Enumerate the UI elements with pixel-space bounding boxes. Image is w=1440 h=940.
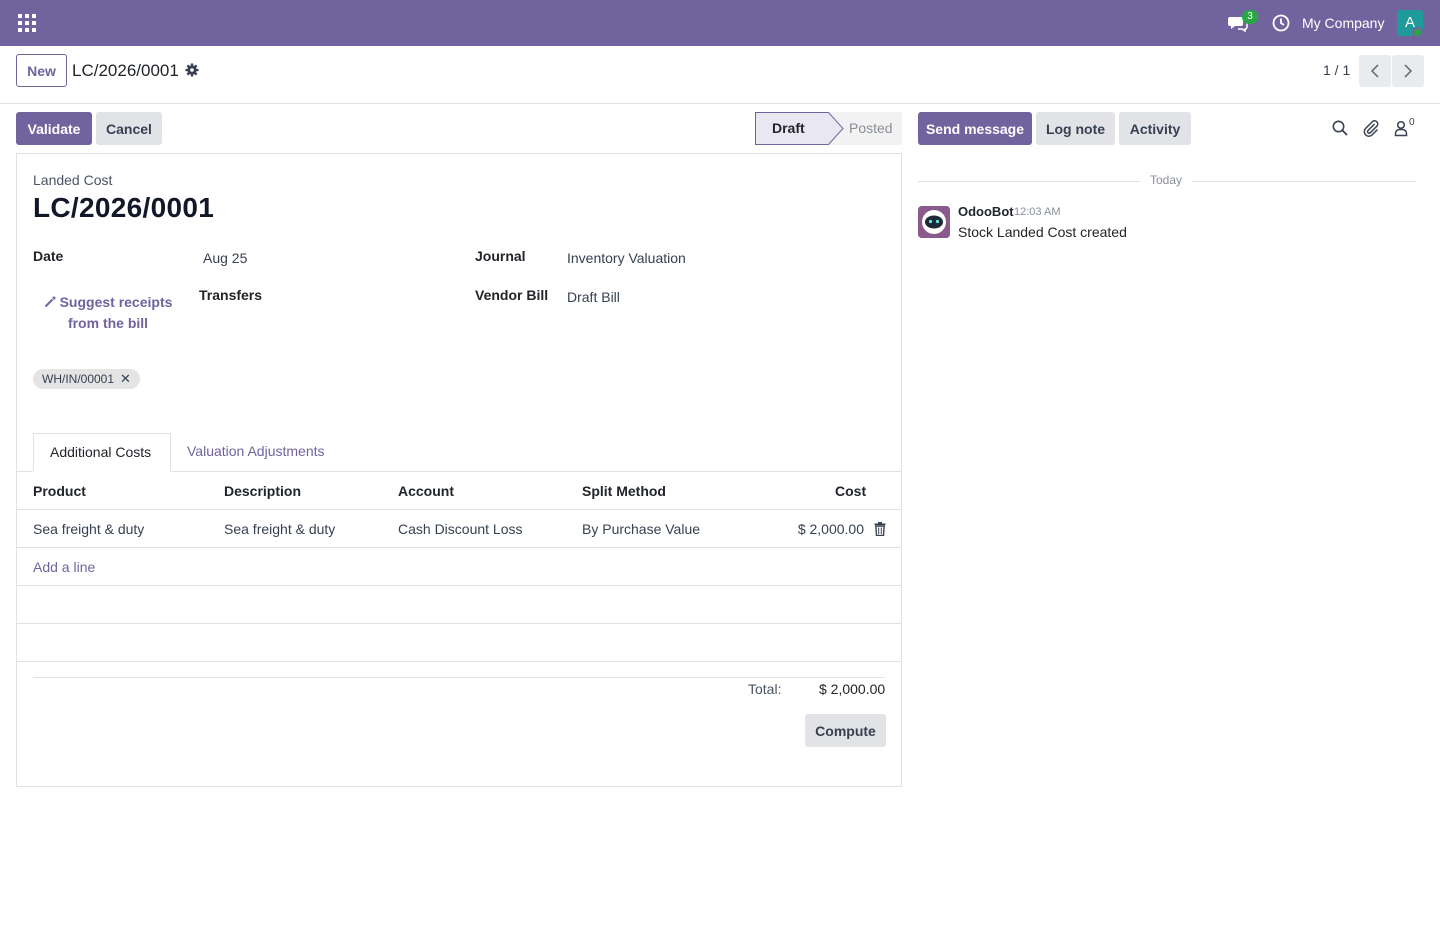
search-icon[interactable] [1331,119,1349,137]
column-header-product[interactable]: Product [33,472,86,510]
cell-account[interactable]: Cash Discount Loss [398,510,523,548]
column-header-cost[interactable]: Cost [835,472,866,510]
date-label: Date [33,248,64,264]
vendor-bill-label: Vendor Bill [475,287,549,303]
transfers-label: Transfers [199,287,263,303]
notebook-tabs: Additional Costs Valuation Adjustments [17,433,901,472]
compute-button[interactable]: Compute [805,714,886,747]
app-grid-icon[interactable] [18,14,36,32]
cell-cost[interactable]: $ 2,000.00 [798,510,864,548]
cell-description[interactable]: Sea freight & duty [224,510,335,548]
date-field[interactable]: Aug 25 [203,250,247,266]
record-name: LC/2026/0001 [33,192,215,223]
odoobot-avatar [918,206,950,238]
tab-valuation-adjustments[interactable]: Valuation Adjustments [171,433,341,472]
log-note-button[interactable]: Log note [1036,112,1115,145]
record-type-label: Landed Cost [33,172,113,188]
cost-lines-table: Product Description Account Split Method… [17,472,901,662]
send-message-button[interactable]: Send message [918,112,1032,145]
total-label: Total: [748,681,782,697]
top-navbar [0,0,1440,46]
remove-tag-icon[interactable]: ✕ [120,369,131,389]
column-header-split-method[interactable]: Split Method [582,472,666,510]
paperclip-icon[interactable] [1362,119,1380,137]
activity-button[interactable]: Activity [1119,112,1191,145]
followers-count: 0 [1409,117,1415,128]
form-sheet: Landed Cost LC/2026/0001 Date Aug 25 Jou… [16,153,902,787]
stage-posted-label: Posted [849,120,893,136]
stage-arrow-icon [828,112,844,145]
pager-previous-button[interactable] [1359,55,1391,87]
pager-next-button[interactable] [1392,55,1424,87]
breadcrumb-title: LC/2026/0001 [72,61,179,80]
stage-draft[interactable]: Draft [755,112,829,145]
add-line-link[interactable]: Add a line [33,548,95,586]
date-separator: Today [1140,173,1193,187]
online-status-dot [1412,27,1423,38]
column-header-description[interactable]: Description [224,472,301,510]
robot-icon [918,206,950,238]
chevron-right-icon [1404,64,1413,78]
vendor-bill-field[interactable]: Draft Bill [567,289,620,305]
add-line-row: Add a line [17,548,901,586]
pager-value[interactable]: 1 / 1 [1323,62,1350,78]
messages-count-badge: 3 [1242,10,1258,24]
gear-icon[interactable] [185,63,199,77]
trash-icon[interactable] [874,522,886,536]
message-body: Stock Landed Cost created [958,224,1127,240]
transfer-tag: WH/IN/00001 ✕ [33,369,140,389]
tab-additional-costs[interactable]: Additional Costs [33,433,171,472]
validate-button[interactable]: Validate [16,112,92,145]
total-value: $ 2,000.00 [819,681,886,697]
transfer-tag-label: WH/IN/00001 [42,372,115,386]
message-author[interactable]: OdooBot [958,204,1014,219]
column-header-account[interactable]: Account [398,472,454,510]
cell-product[interactable]: Sea freight & duty [33,510,144,548]
empty-row [17,586,901,624]
suggest-receipts-button[interactable]: Suggest receipts from the bill [43,292,173,334]
empty-row [17,624,901,662]
clock-icon[interactable] [1272,14,1290,32]
journal-field[interactable]: Inventory Valuation [567,250,686,266]
table-row[interactable]: Sea freight & duty Sea freight & duty Ca… [17,510,901,548]
message-time: 12:03 AM [1014,206,1061,218]
magic-wand-icon [44,295,57,308]
new-button[interactable]: New [16,54,67,87]
table-header-row: Product Description Account Split Method… [17,472,901,510]
suggest-receipts-label: Suggest receipts from the bill [59,294,173,331]
cancel-button[interactable]: Cancel [96,112,162,145]
journal-label: Journal [475,248,526,264]
total-divider [33,677,885,678]
cell-split-method[interactable]: By Purchase Value [582,510,700,548]
control-panel: New LC/2026/0001 1 / 1 [0,46,1440,104]
chevron-left-icon [1370,64,1379,78]
company-switcher[interactable]: My Company [1302,15,1384,31]
